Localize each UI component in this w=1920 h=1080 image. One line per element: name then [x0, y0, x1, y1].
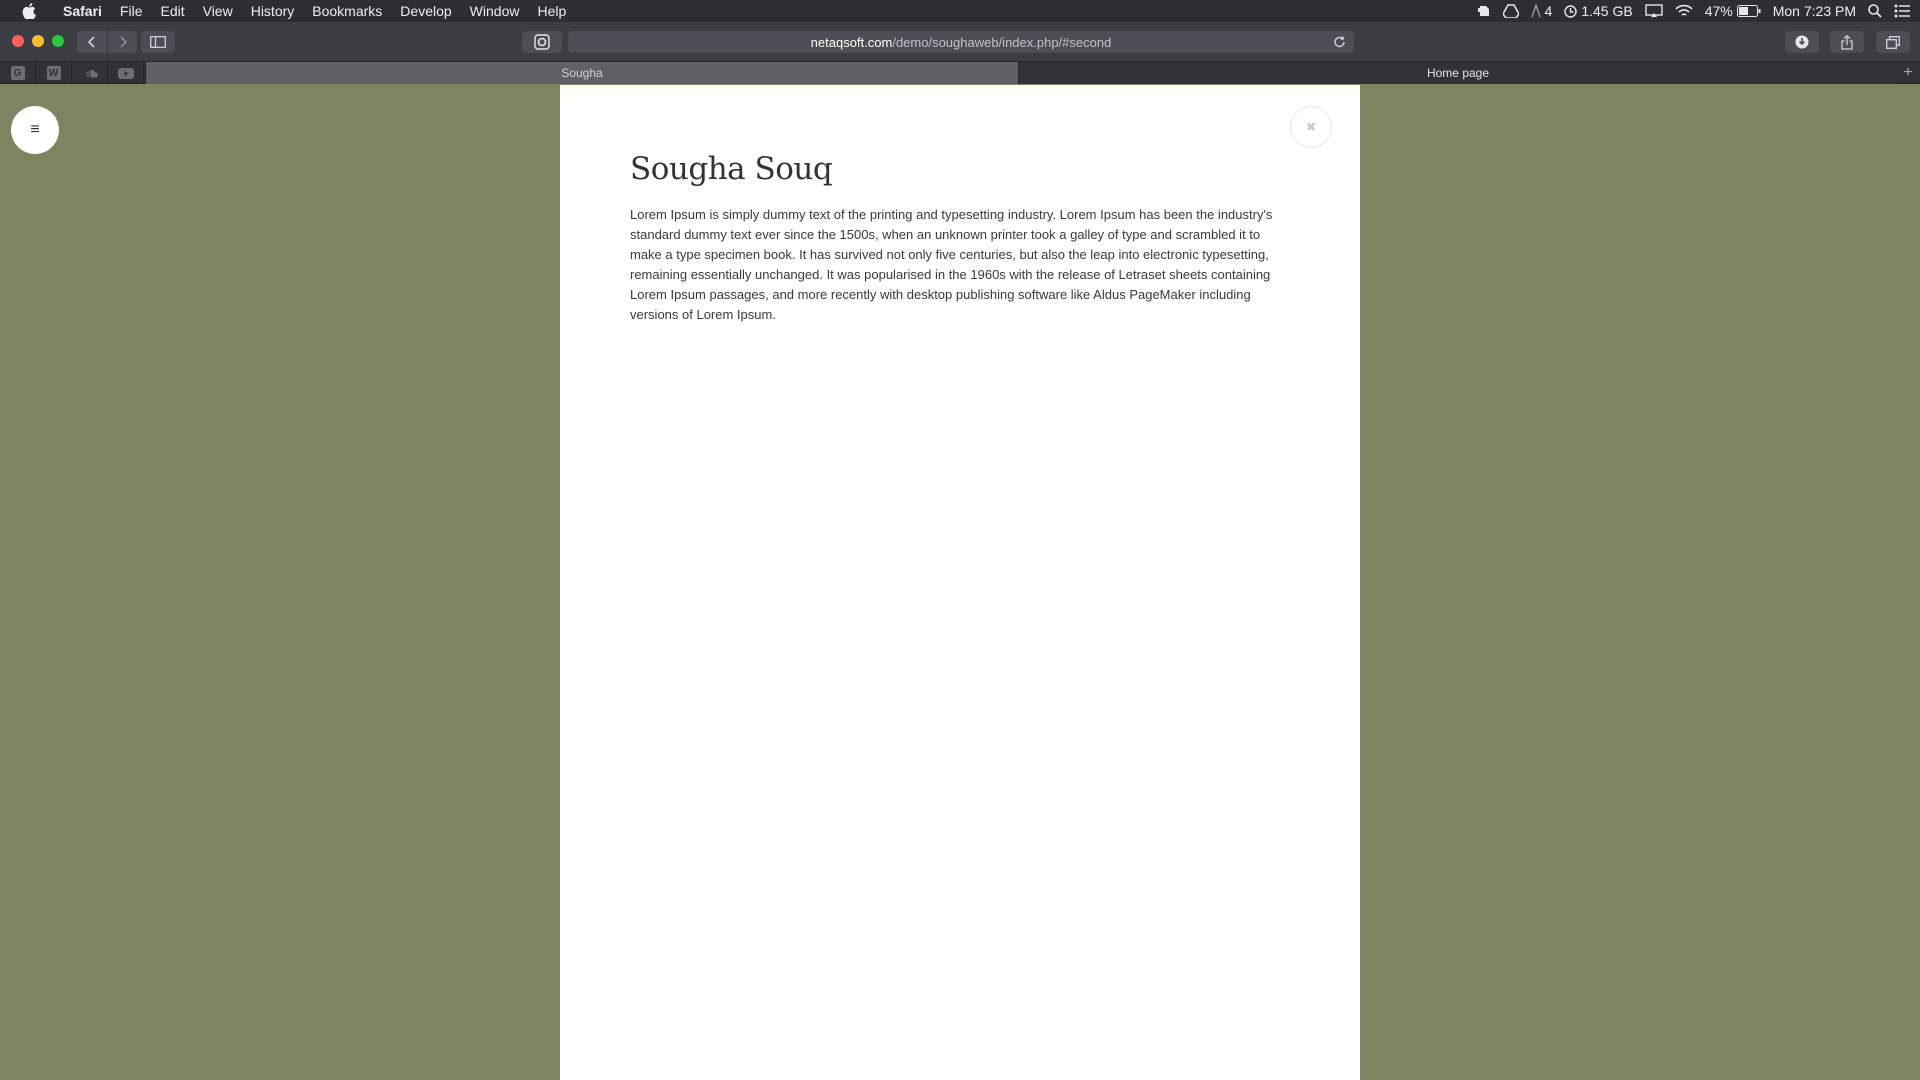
notifications-count: 4 — [1544, 3, 1553, 19]
reload-icon[interactable] — [1333, 35, 1346, 52]
window-controls — [12, 35, 64, 47]
close-window-button[interactable] — [12, 35, 24, 47]
drive-icon[interactable] — [1502, 4, 1519, 18]
menu-window[interactable]: Window — [461, 0, 529, 22]
menu-bar: Safari File Edit View History Bookmarks … — [0, 0, 1920, 22]
menu-develop[interactable]: Develop — [391, 0, 460, 22]
address-bar[interactable]: netaqsoft.com/demo/soughaweb/index.php/#… — [568, 31, 1354, 53]
soundcloud-icon — [86, 69, 98, 77]
menu-help[interactable]: Help — [528, 0, 575, 22]
close-icon: ✖ — [1305, 120, 1317, 134]
sidebar-button[interactable] — [141, 31, 175, 53]
evernote-icon[interactable] — [1477, 4, 1491, 18]
close-panel-button[interactable]: ✖ — [1290, 106, 1332, 148]
new-tab-button[interactable]: + — [1896, 62, 1920, 84]
menu-history[interactable]: History — [242, 0, 304, 22]
google-icon: G — [10, 66, 25, 80]
battery-percent: 47% — [1704, 3, 1733, 19]
memory-value: 1.45 GB — [1581, 3, 1633, 19]
tabs-overview-icon — [1886, 35, 1900, 49]
content-panel: ✖ Sougha Souq Lorem Ipsum is simply dumm… — [560, 85, 1360, 1080]
pinned-tab-wikipedia[interactable]: W — [36, 62, 72, 84]
forward-icon — [119, 36, 127, 48]
menu-view[interactable]: View — [194, 0, 242, 22]
airplay-icon[interactable] — [1645, 4, 1663, 18]
youtube-icon — [117, 67, 134, 79]
browser-toolbar: netaqsoft.com/demo/soughaweb/index.php/#… — [0, 22, 1920, 62]
forward-button[interactable] — [107, 31, 137, 53]
apple-icon[interactable] — [20, 3, 38, 19]
menu-app-safari[interactable]: Safari — [54, 0, 111, 22]
tab-sougha[interactable]: Sougha — [145, 62, 1019, 84]
navigation-buttons — [77, 31, 137, 53]
pinned-tab-youtube[interactable] — [108, 62, 144, 84]
tab-overview-button[interactable] — [1876, 31, 1910, 53]
pinned-tab-google[interactable]: G — [0, 62, 36, 84]
privacy-icon — [534, 34, 550, 50]
back-button[interactable] — [77, 31, 107, 53]
tab-home-page[interactable]: Home page — [1020, 62, 1896, 84]
downloads-icon — [1795, 35, 1809, 49]
tab-bar: G W Sougha Home page + — [0, 62, 1920, 84]
battery-status[interactable]: 47% — [1705, 3, 1761, 19]
back-icon — [88, 36, 95, 48]
page-title: Sougha Souq — [630, 151, 833, 187]
pinned-tab-soundcloud[interactable] — [72, 62, 108, 84]
wifi-icon[interactable] — [1675, 4, 1693, 18]
downloads-button[interactable] — [1785, 31, 1819, 53]
menu-bookmarks[interactable]: Bookmarks — [303, 0, 391, 22]
menu-edit[interactable]: Edit — [151, 0, 193, 22]
zoom-window-button[interactable] — [52, 35, 64, 47]
wikipedia-icon: W — [46, 66, 61, 80]
menu-file[interactable]: File — [111, 0, 152, 22]
spotlight-icon[interactable] — [1868, 4, 1882, 18]
share-button[interactable] — [1830, 31, 1864, 53]
privacy-button[interactable] — [522, 31, 562, 53]
minimize-window-button[interactable] — [32, 35, 44, 47]
hamburger-icon: ≡ — [30, 121, 40, 138]
memory-status[interactable]: 1.45 GB — [1564, 3, 1633, 19]
url-domain: netaqsoft.com — [810, 34, 893, 50]
battery-icon — [1736, 5, 1761, 17]
clock[interactable]: Mon 7:23 PM — [1773, 3, 1856, 19]
notifications-status[interactable]: 4 — [1530, 3, 1553, 19]
notifications-icon — [1530, 4, 1541, 18]
web-page: ≡ ✖ Sougha Souq Lorem Ipsum is simply du… — [0, 85, 1920, 1080]
notification-center-icon[interactable] — [1894, 4, 1910, 18]
memory-icon — [1564, 4, 1578, 18]
url-path: /demo/soughaweb/index.php/#second — [892, 34, 1112, 50]
sidebar-icon — [150, 36, 166, 48]
hamburger-menu-button[interactable]: ≡ — [11, 106, 59, 154]
pinned-tabs: G W — [0, 62, 144, 84]
body-paragraph: Lorem Ipsum is simply dummy text of the … — [630, 207, 1273, 322]
share-icon — [1841, 34, 1853, 50]
